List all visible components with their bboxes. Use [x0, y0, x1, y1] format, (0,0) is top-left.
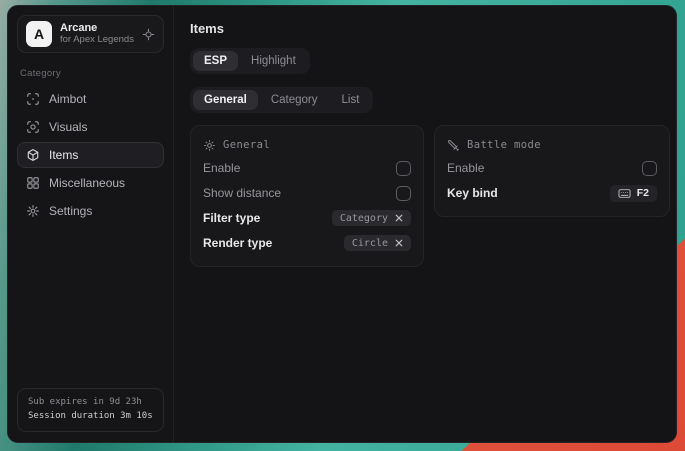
keyboard-icon: [618, 188, 631, 199]
sidebar-nav: Aimbot Visuals Items: [17, 86, 164, 224]
sidebar-item-label: Settings: [49, 204, 92, 218]
crosshair-icon: [26, 92, 40, 106]
sword-icon: [447, 139, 460, 152]
category-section-label: Category: [20, 68, 164, 79]
general-settings-card: General Enable Show distance Filter type…: [190, 125, 424, 267]
main-content: Items ESP Highlight General Category Lis…: [174, 6, 677, 442]
package-icon: [26, 148, 40, 162]
close-icon[interactable]: [395, 214, 403, 222]
app-name: Arcane: [60, 22, 134, 35]
app-logo: A: [26, 21, 52, 47]
battle-mode-card-header: Battle mode: [447, 135, 657, 155]
tab-general[interactable]: General: [193, 90, 258, 110]
setting-row-render-type: Render type Circle: [203, 231, 411, 255]
tab-category[interactable]: Category: [260, 90, 329, 110]
sidebar-item-miscellaneous[interactable]: Miscellaneous: [17, 170, 164, 196]
app-meta: Arcane for Apex Legends: [60, 22, 134, 46]
setting-label: Enable: [447, 161, 484, 175]
setting-label: Key bind: [447, 186, 498, 200]
key-bind-button[interactable]: F2: [610, 185, 657, 202]
setting-label: Render type: [203, 236, 272, 250]
view-tab-group: General Category List: [190, 87, 373, 113]
show-distance-checkbox[interactable]: [396, 186, 411, 201]
locate-icon[interactable]: [142, 28, 155, 41]
render-type-select[interactable]: Circle: [344, 235, 411, 251]
key-bind-value: F2: [637, 187, 649, 199]
sidebar-item-visuals[interactable]: Visuals: [17, 114, 164, 140]
render-type-value: Circle: [352, 238, 388, 249]
eye-scan-icon: [26, 120, 40, 134]
tab-list[interactable]: List: [331, 90, 371, 110]
battle-mode-card: Battle mode Enable Key bind: [434, 125, 670, 217]
battle-enable-checkbox[interactable]: [642, 161, 657, 176]
app-window: A Arcane for Apex Legends Category: [7, 5, 677, 443]
sidebar: A Arcane for Apex Legends Category: [8, 6, 174, 442]
app-header-card: A Arcane for Apex Legends: [17, 15, 164, 53]
battle-mode-card-title: Battle mode: [467, 139, 541, 151]
setting-row-show-distance: Show distance: [203, 181, 411, 205]
setting-row-enable-battle: Enable: [447, 156, 657, 180]
general-card-title: General: [223, 139, 270, 151]
sidebar-item-items[interactable]: Items: [17, 142, 164, 168]
sidebar-item-label: Visuals: [49, 120, 87, 134]
page-title: Items: [190, 21, 670, 36]
general-card-header: General: [203, 135, 411, 155]
setting-label: Enable: [203, 161, 240, 175]
session-duration-text: Session duration 3m 10s: [28, 410, 153, 424]
enable-checkbox[interactable]: [396, 161, 411, 176]
setting-row-filter-type: Filter type Category: [203, 206, 411, 230]
session-info-card: Sub expires in 9d 23h Session duration 3…: [17, 388, 164, 432]
sidebar-item-settings[interactable]: Settings: [17, 198, 164, 224]
sub-expiry-text: Sub expires in 9d 23h: [28, 396, 153, 410]
sidebar-item-label: Items: [49, 148, 78, 162]
setting-row-key-bind: Key bind F2: [447, 181, 657, 205]
tab-highlight[interactable]: Highlight: [240, 51, 307, 71]
app-subtitle: for Apex Legends: [60, 35, 134, 46]
setting-label: Filter type: [203, 211, 260, 225]
sidebar-item-aimbot[interactable]: Aimbot: [17, 86, 164, 112]
setting-row-enable: Enable: [203, 156, 411, 180]
sidebar-item-label: Miscellaneous: [49, 176, 125, 190]
close-icon[interactable]: [395, 239, 403, 247]
grid-icon: [26, 176, 40, 190]
filter-type-select[interactable]: Category: [332, 210, 411, 226]
mode-tab-group: ESP Highlight: [190, 48, 310, 74]
setting-label: Show distance: [203, 186, 281, 200]
filter-type-value: Category: [340, 213, 388, 224]
settings-cards-row: General Enable Show distance Filter type…: [190, 125, 670, 267]
gear-icon: [26, 204, 40, 218]
tab-esp[interactable]: ESP: [193, 51, 238, 71]
sidebar-item-label: Aimbot: [49, 92, 86, 106]
sun-icon: [203, 139, 216, 152]
